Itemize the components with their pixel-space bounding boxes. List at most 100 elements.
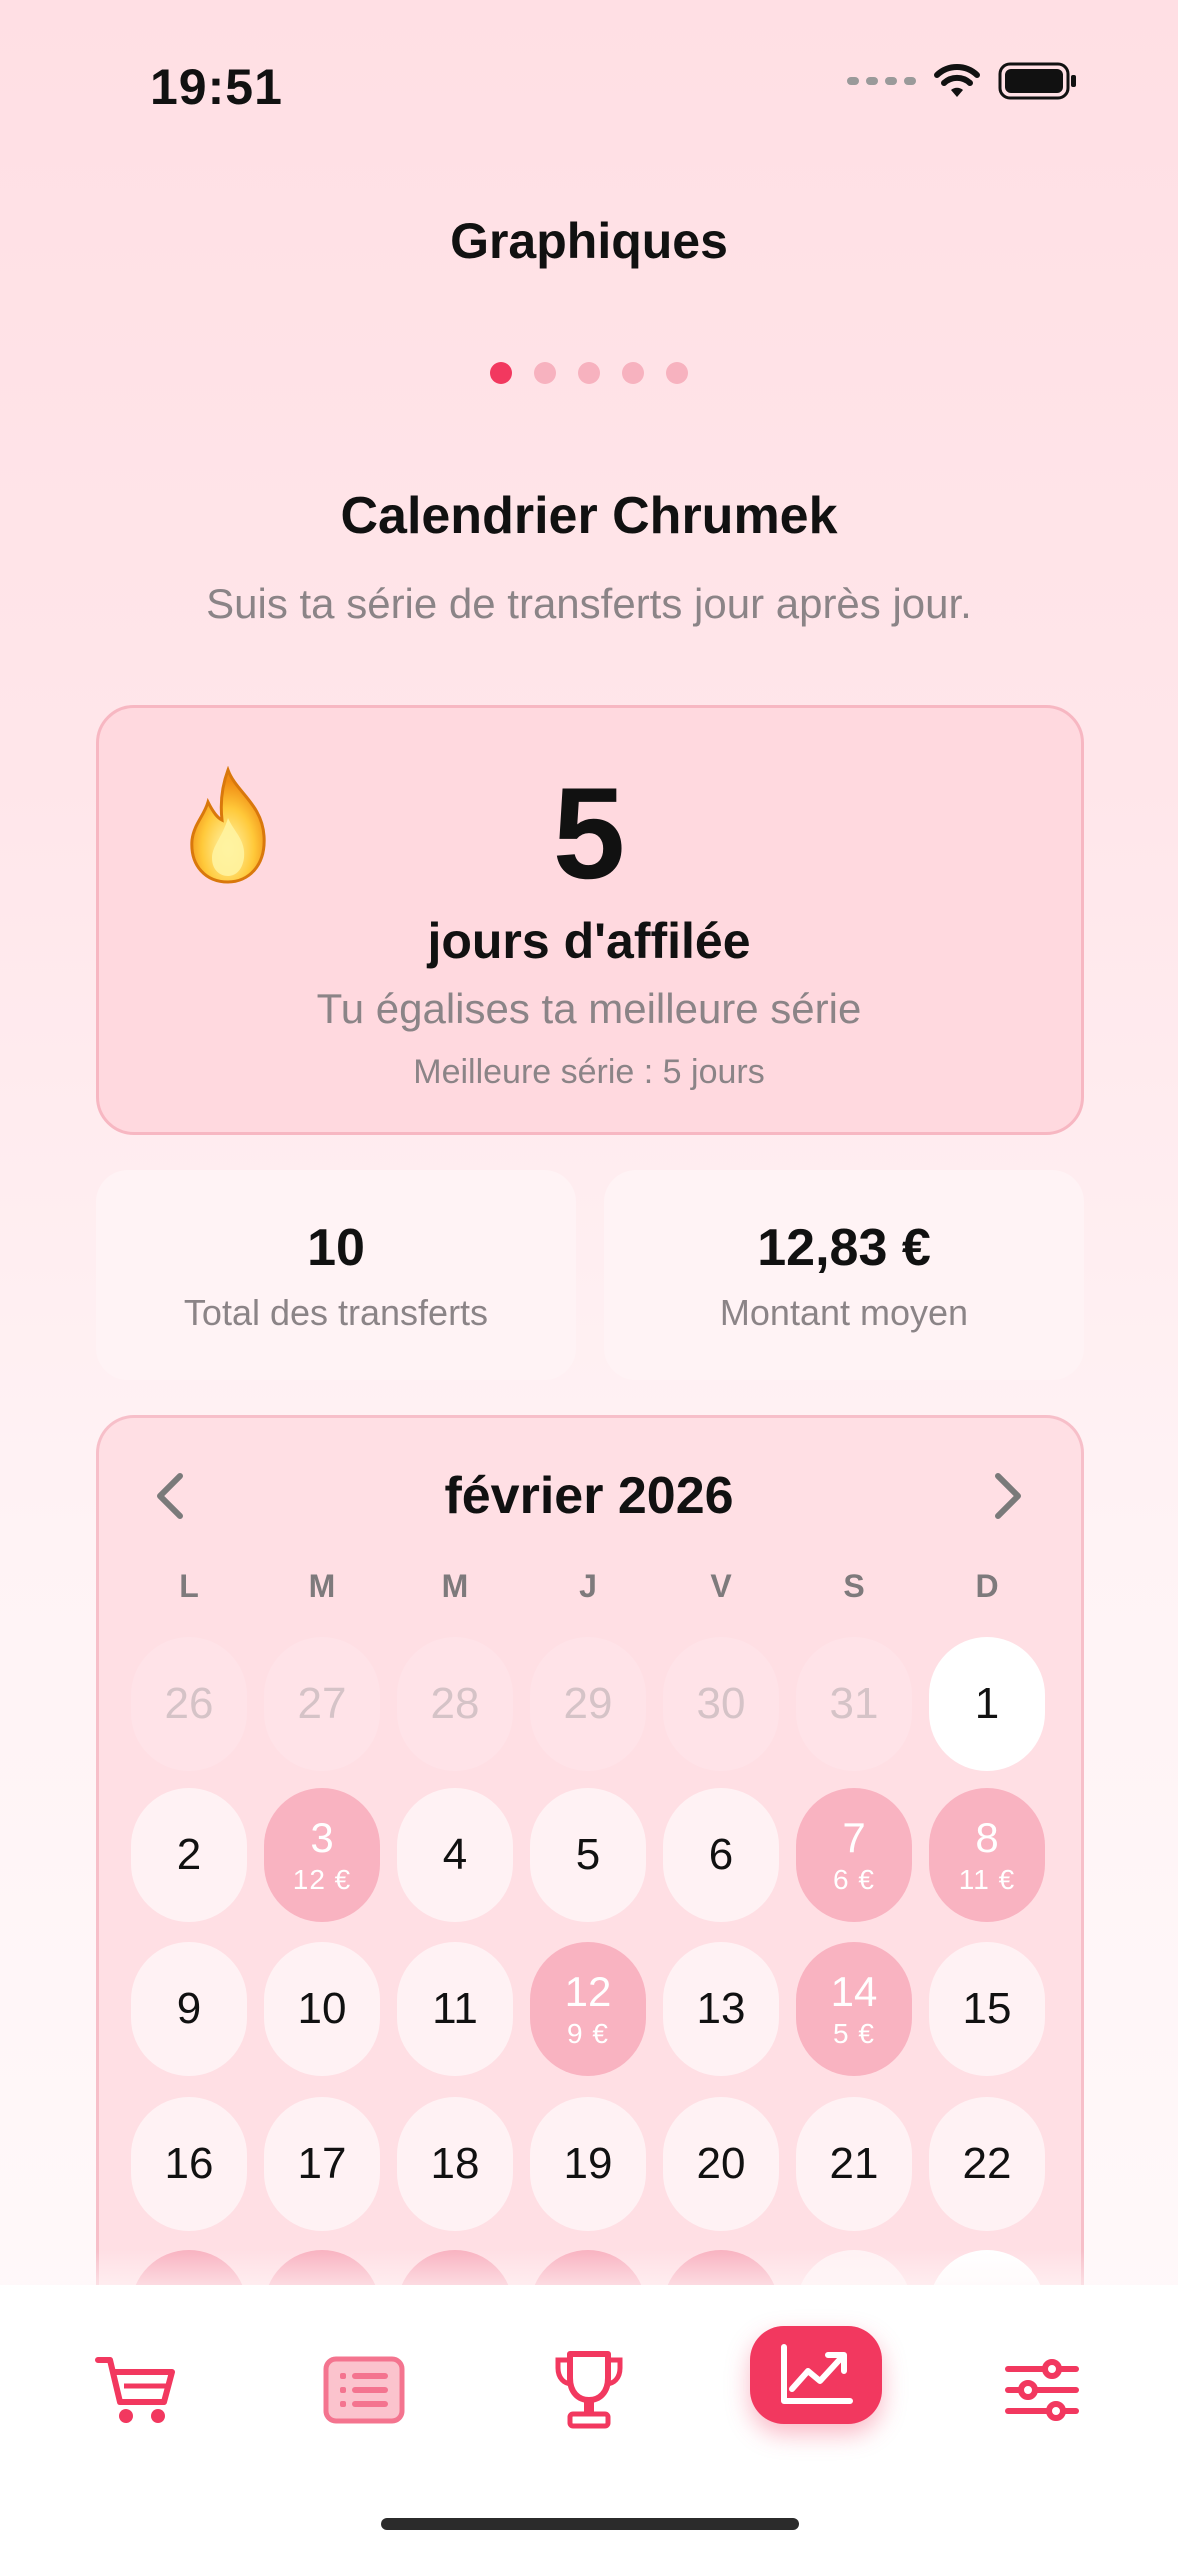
calendar-day-number: 17 — [297, 2139, 347, 2188]
calendar-day[interactable]: 17 — [264, 2097, 380, 2231]
calendar-day[interactable]: 14 5 € — [796, 1942, 912, 2076]
average-amount-label: Montant moyen — [719, 1292, 969, 1333]
home-indicator — [381, 2518, 799, 2530]
sliders-icon — [1005, 2359, 1079, 2421]
calendar-day-number: 4 — [442, 1830, 468, 1879]
calendar-day: 28 — [397, 1637, 513, 1771]
weekday-label: M — [308, 1568, 336, 1604]
streak-label: jours d'affilée — [427, 913, 751, 969]
calendar-day-number: 10 — [297, 1984, 347, 2033]
calendar-day-number: 6 — [708, 1830, 734, 1879]
page-indicator[interactable] — [0, 362, 1178, 384]
calendar-day: 31 — [796, 1637, 912, 1771]
section-title: Calendrier Chrumek — [340, 487, 838, 545]
calendar-day-number: 9 — [176, 1984, 202, 2033]
calendar-day-number: 29 — [563, 1679, 613, 1728]
calendar-day[interactable]: 8 11 € — [929, 1788, 1045, 1922]
calendar-day-number: 19 — [563, 2139, 613, 2188]
calendar-day[interactable]: 16 — [131, 2097, 247, 2231]
average-amount-value: 12,83 € — [757, 1219, 931, 1277]
calendar-day[interactable]: 76 € — [796, 1788, 912, 1922]
page-dot[interactable] — [578, 362, 600, 384]
calendar-day[interactable]: 20 — [663, 2097, 779, 2231]
calendar-day[interactable]: 15 — [929, 1942, 1045, 2076]
calendar-day[interactable]: 19 — [530, 2097, 646, 2231]
calendar-day-number: 14 — [830, 1968, 878, 2015]
calendar-day-number: 16 — [164, 2139, 214, 2188]
calendar-day-amount: 12 € — [292, 1864, 352, 1895]
best-streak: Meilleure série : 5 jours — [413, 1053, 765, 1091]
status-time: 19:51 — [150, 59, 283, 115]
chart-icon — [781, 2344, 853, 2404]
total-transfers-value: 10 — [307, 1219, 365, 1277]
cart-icon — [95, 2357, 175, 2423]
calendar-day-number: 30 — [696, 1679, 746, 1728]
calendar-day[interactable]: 4 — [397, 1788, 513, 1922]
calendar-day-number: 11 — [432, 1984, 478, 2033]
total-transfers-label: Total des transferts — [183, 1292, 489, 1333]
calendar-day[interactable]: 3 12 € — [264, 1788, 380, 1922]
weekday-label: M — [441, 1568, 469, 1604]
calendar-day[interactable]: 18 — [397, 2097, 513, 2231]
calendar-day-number: 28 — [430, 1679, 480, 1728]
calendar-day: 29 — [530, 1637, 646, 1771]
calendar-day: 30 — [663, 1637, 779, 1771]
page-title: Graphiques — [450, 213, 728, 269]
calendar-day-number: 15 — [962, 1984, 1012, 2033]
tab-settings[interactable] — [972, 2330, 1112, 2450]
streak-message: Tu égalises ta meilleure série — [316, 985, 862, 1032]
calendar-day-number: 5 — [575, 1830, 601, 1879]
weekday-label: S — [843, 1568, 865, 1604]
calendar-day-amount: 11 € — [958, 1864, 1016, 1895]
calendar-day[interactable]: 21 — [796, 2097, 912, 2231]
calendar-day-number: 27 — [297, 1679, 347, 1728]
page-dot[interactable] — [666, 362, 688, 384]
battery-icon — [998, 62, 1076, 100]
calendar-day-number: 26 — [164, 1679, 214, 1728]
tab-list[interactable] — [294, 2330, 434, 2450]
weekday-label: D — [975, 1568, 999, 1604]
calendar-day[interactable]: 11 — [397, 1942, 513, 2076]
calendar-day-number: 3 — [310, 1814, 334, 1861]
trophy-icon — [555, 2351, 623, 2429]
calendar-day-number: 1 — [974, 1679, 1000, 1728]
status-icons — [847, 62, 1078, 100]
cellular-signal-icon — [847, 77, 916, 85]
chevron-right-icon[interactable] — [988, 1468, 1028, 1524]
calendar-day-number: 22 — [962, 2139, 1012, 2188]
calendar-day-number: 21 — [829, 2139, 879, 2188]
tab-shop[interactable] — [66, 2330, 206, 2450]
calendar-day-amount: 9 € — [567, 2018, 609, 2049]
calendar-day[interactable]: 10 — [264, 1942, 380, 2076]
calendar-day-number: 8 — [975, 1814, 999, 1861]
weekday-label: L — [179, 1568, 199, 1604]
weekday-label: V — [710, 1568, 732, 1604]
calendar-day: 27 — [264, 1637, 380, 1771]
calendar-day-number: 2 — [176, 1830, 202, 1879]
page-dot[interactable] — [622, 362, 644, 384]
calendar-day-number: 13 — [696, 1984, 746, 2033]
calendar-day[interactable]: 6 — [663, 1788, 779, 1922]
calendar-day[interactable]: 5 — [530, 1788, 646, 1922]
calendar-day-number: 12 — [564, 1968, 612, 2015]
wifi-icon — [934, 64, 980, 97]
calendar-day-number: 31 — [829, 1679, 879, 1728]
calendar-day-number: 18 — [430, 2139, 480, 2188]
calendar-day[interactable]: 9 — [131, 1942, 247, 2076]
list-icon — [323, 2356, 405, 2424]
tab-trophy[interactable] — [519, 2330, 659, 2450]
tab-charts[interactable] — [750, 2326, 882, 2424]
calendar-day-amount: 5 € — [833, 2018, 875, 2049]
page-dot[interactable] — [490, 362, 512, 384]
calendar-day-number: 20 — [696, 2139, 746, 2188]
calendar-day[interactable]: 2 — [131, 1788, 247, 1922]
calendar-day-number: 7 — [842, 1814, 866, 1861]
page-dot[interactable] — [534, 362, 556, 384]
calendar-day-amount: 6 € — [833, 1864, 875, 1895]
calendar-day: 26 — [131, 1637, 247, 1771]
calendar-day[interactable]: 22 — [929, 2097, 1045, 2231]
section-subtitle: Suis ta série de transferts jour après j… — [206, 580, 972, 627]
calendar-day[interactable]: 1 — [929, 1637, 1045, 1771]
calendar-day[interactable]: 12 9 € — [530, 1942, 646, 2076]
calendar-day[interactable]: 13 — [663, 1942, 779, 2076]
